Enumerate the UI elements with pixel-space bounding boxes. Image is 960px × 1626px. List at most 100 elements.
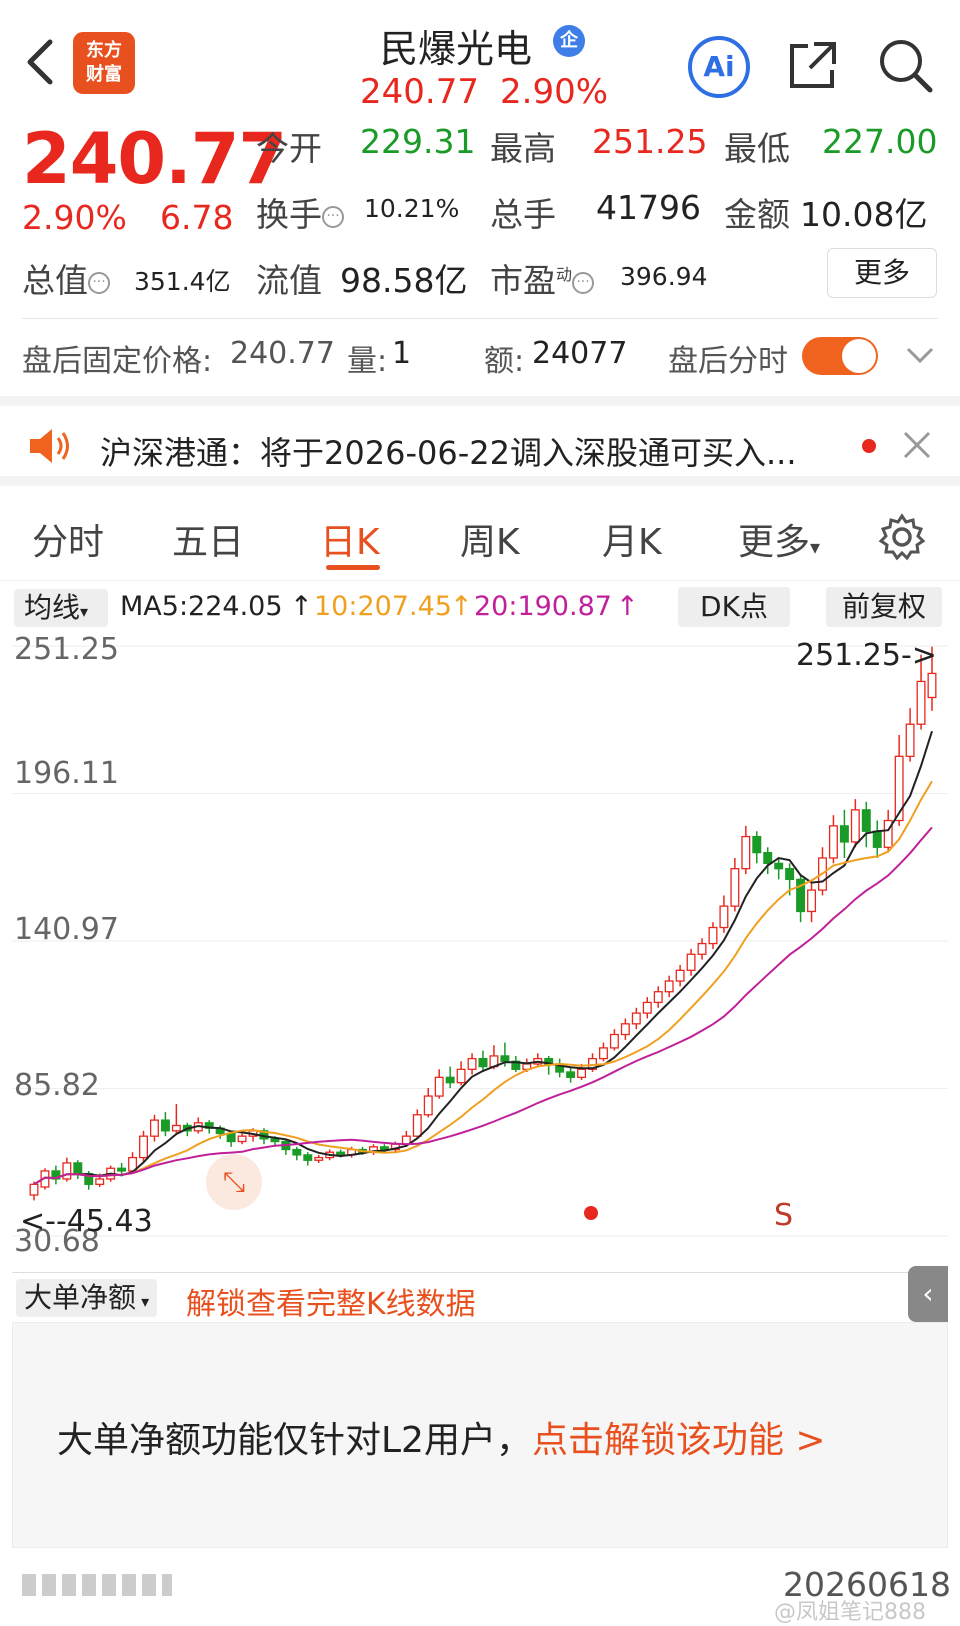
lock-message: 大单净额功能仅针对L2用户，点击解锁该功能 > (57, 1411, 826, 1463)
ma20-value: 20:190.87 (474, 591, 612, 622)
sub-indicator-bar: 大单净额 ▾ 解锁查看完整K线数据 (12, 1272, 948, 1322)
candle-body (861, 809, 871, 832)
turnover-value: 10.21% (364, 194, 460, 223)
ma-dropdown[interactable]: 均线▾ (14, 589, 108, 627)
candle-body (314, 1156, 324, 1161)
up-arrow-icon: ↑ (450, 591, 473, 622)
adjust-button[interactable]: 前复权 (826, 587, 942, 627)
kline-svg (12, 645, 948, 1237)
candle-body (653, 991, 663, 1004)
low-label: 最低 (724, 129, 790, 168)
app-logo: 东方 财富 (73, 32, 135, 94)
expand-icon[interactable]: ⤡ (206, 1154, 262, 1210)
candle-body (500, 1055, 510, 1062)
side-collapse-tab[interactable]: ‹ (908, 1266, 948, 1322)
info-icon[interactable]: ··· (572, 271, 595, 294)
candle-body (412, 1114, 422, 1137)
dk-point-button[interactable]: DK点 (678, 587, 790, 627)
tab-more-label: 更多 (738, 522, 811, 563)
unlock-kline-link[interactable]: 解锁查看完整K线数据 (186, 1279, 476, 1323)
candle-body (303, 1154, 313, 1161)
logo-text-1: 东方 (86, 40, 122, 61)
candle-body (642, 1001, 652, 1014)
speaker-icon (30, 429, 69, 463)
candle-body (872, 830, 882, 848)
ma-dropdown-label: 均线 (24, 591, 81, 624)
search-icon[interactable] (876, 36, 934, 94)
pe-superscript: 动 (556, 265, 573, 284)
current-price: 240.77 (22, 118, 287, 200)
candle-body (270, 1138, 280, 1143)
low-value: 227.00 (822, 122, 938, 161)
change-pct: 2.90% (22, 198, 127, 237)
candle-body (752, 835, 762, 854)
candle-body (423, 1095, 433, 1116)
tab-monthly-k[interactable]: 月K (602, 513, 662, 565)
candle-body (807, 889, 817, 913)
enterprise-badge: 企 (553, 25, 585, 57)
tab-daily-k[interactable]: 日K (320, 513, 380, 565)
after-hours-toggle[interactable] (802, 337, 878, 375)
turnover-label-text: 换手 (256, 195, 322, 234)
sub-indicator-dropdown[interactable]: 大单净额 ▾ (16, 1279, 158, 1317)
high-label: 最高 (490, 129, 556, 168)
blurred-text (22, 1574, 172, 1596)
candle-body (467, 1057, 477, 1070)
turnover-label: 换手 ··· (256, 188, 344, 236)
candle-body (839, 825, 849, 843)
volume-label: 总手 (490, 195, 556, 234)
candle-body (171, 1124, 181, 1132)
candle-body (456, 1068, 466, 1084)
candle-body (478, 1057, 488, 1068)
notice-bar[interactable]: 沪深港通：将于2026-06-22调入深股通可买入... (0, 396, 960, 486)
info-icon[interactable]: ··· (88, 271, 110, 294)
candle-body (664, 980, 674, 993)
y-tick: 140.97 (14, 912, 119, 947)
tab-weekly-k[interactable]: 周K (460, 513, 520, 565)
weibo-watermark: @凤姐笔记888 (774, 1600, 926, 1625)
low-marker: <--45.43 (20, 1204, 153, 1239)
candle-body (894, 755, 904, 822)
unlock-cta-link[interactable]: 点击解锁该功能 > (532, 1420, 826, 1461)
candle-body (226, 1132, 236, 1143)
ma5-line (33, 730, 933, 1186)
after-hours-vol-label: 量: (347, 344, 388, 379)
open-label: 今开 (256, 129, 322, 168)
share-icon[interactable] (786, 38, 840, 92)
lock-message-text: 大单净额功能仅针对L2用户， (57, 1420, 532, 1461)
ma10-value: 10:207.45 (314, 591, 452, 622)
chevron-down-icon[interactable] (906, 345, 934, 365)
candle-body (708, 926, 718, 945)
caret-down-icon: ▾ (80, 602, 89, 621)
mktcap-label-text: 总值 (22, 261, 88, 300)
more-quote-button[interactable]: 更多 (827, 248, 937, 298)
after-hours-amt: 24077 (532, 336, 628, 371)
y-tick: 85.82 (14, 1068, 100, 1103)
kline-chart[interactable]: 251.25 196.11 140.97 85.82 30.68 251.25-… (12, 632, 948, 1268)
y-tick: 251.25 (14, 632, 119, 667)
indicator-bar: 均线▾ MA5:224.05 ↑ 10:207.45 ↑ 20:190.87 ↑… (0, 580, 960, 628)
back-arrow-icon[interactable] (22, 38, 62, 86)
tab-more[interactable]: 更多▾ (738, 513, 820, 565)
y-tick: 196.11 (14, 756, 119, 791)
candle-body (905, 723, 915, 757)
pe-label-text: 市盈 (490, 261, 556, 300)
close-icon[interactable] (902, 430, 932, 460)
candle-body (785, 868, 795, 881)
mktcap-value: 351.4亿 (134, 267, 231, 296)
candle-body (686, 953, 696, 971)
pe-label: 市盈动 ··· (490, 254, 595, 302)
high-marker: 251.25-> (796, 638, 937, 673)
app-header: 东方 财富 民爆光电 企 240.77 2.90% Ai (0, 0, 960, 118)
candle-body (292, 1148, 302, 1156)
after-hours-amt-label: 额: (484, 344, 525, 379)
info-icon[interactable]: ··· (322, 205, 344, 228)
gear-icon[interactable] (878, 513, 926, 561)
ai-button[interactable]: Ai (688, 36, 750, 98)
tab-five-day[interactable]: 五日 (172, 513, 244, 565)
caret-down-icon: ▾ (136, 1292, 150, 1311)
change-amount: 6.78 (160, 198, 234, 237)
tab-intraday[interactable]: 分时 (32, 513, 104, 565)
pe-value: 396.94 (620, 262, 708, 291)
candle-body (675, 969, 685, 982)
